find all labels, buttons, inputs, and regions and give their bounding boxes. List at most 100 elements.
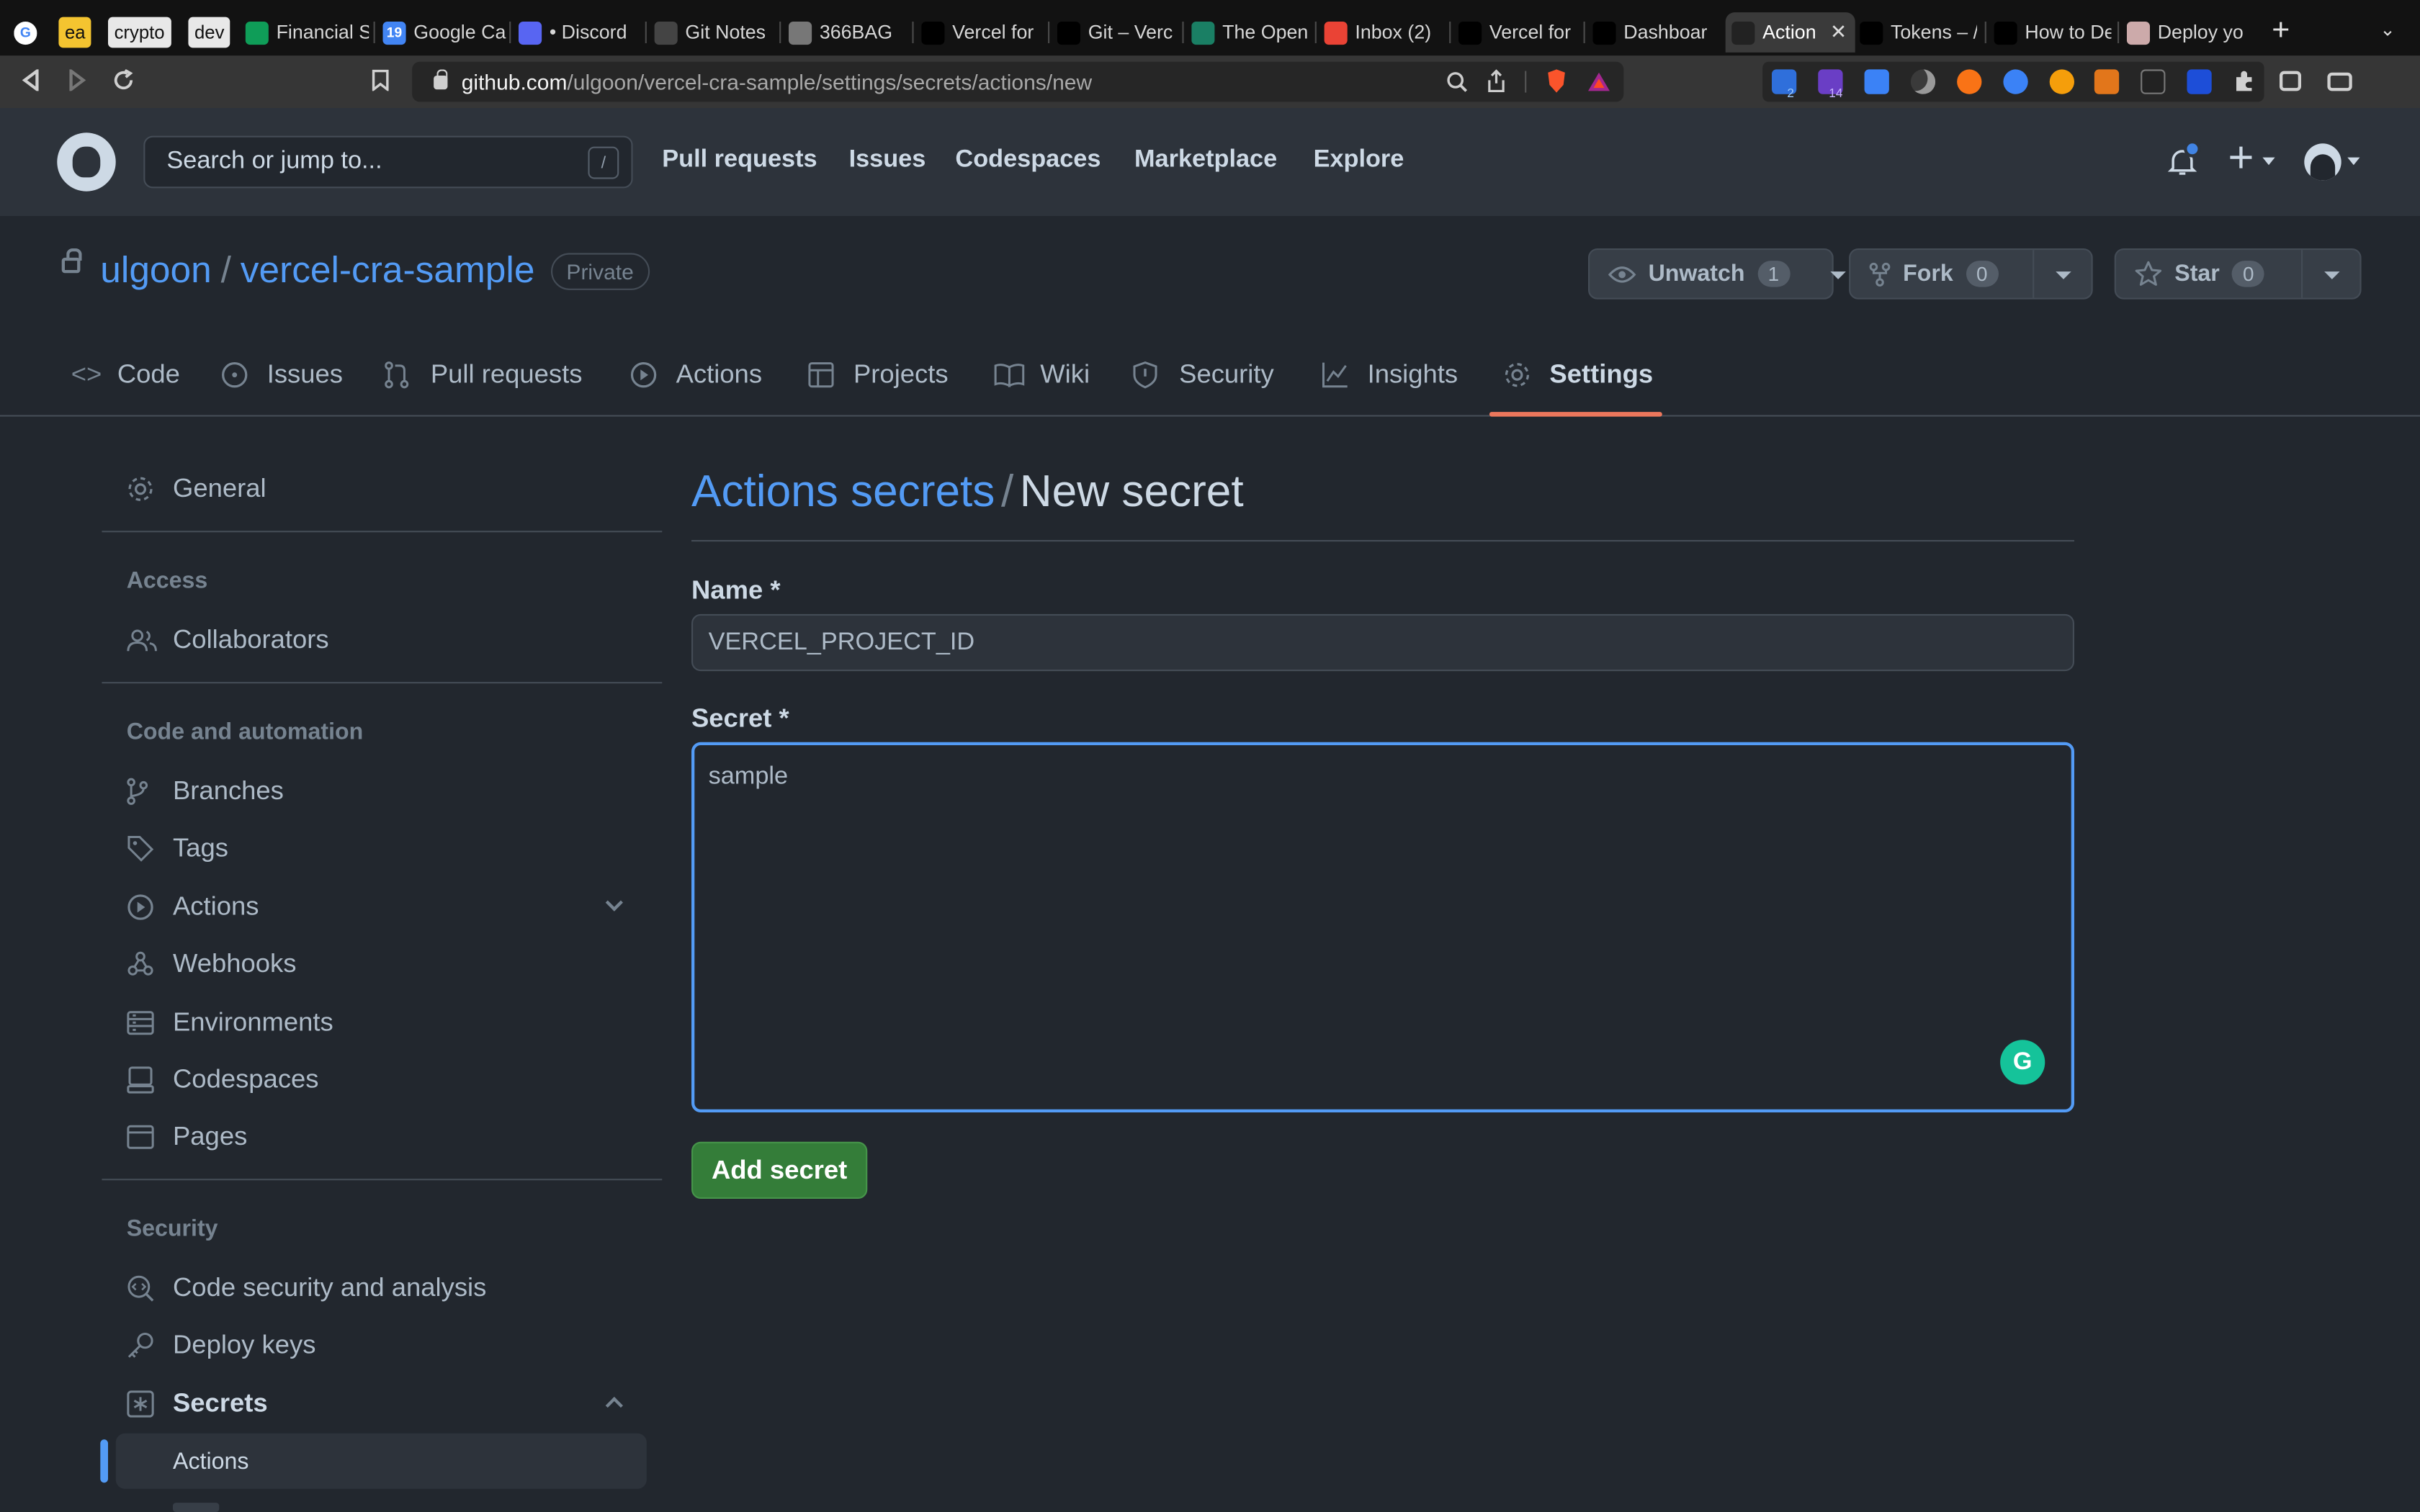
browser-tab[interactable]: Action ✕ xyxy=(1725,12,1855,53)
sidebar-item-general[interactable]: General xyxy=(127,474,266,505)
browser-tab[interactable]: The Open xyxy=(1191,14,1309,50)
create-new-plus-icon[interactable] xyxy=(2227,143,2255,171)
metamask-extension-icon[interactable] xyxy=(2094,69,2120,94)
browser-tab-title: Inbox (2) xyxy=(1355,22,1432,43)
tab-actions[interactable]: Actions xyxy=(629,359,762,390)
google-pinned-tab[interactable]: G xyxy=(14,14,37,50)
add-secret-button[interactable]: Add secret xyxy=(691,1141,868,1199)
tab-pull-requests[interactable]: Pull requests xyxy=(385,359,582,390)
sidebar-item-webhooks[interactable]: Webhooks xyxy=(127,948,297,980)
browser-tab[interactable]: 19 Google Ca xyxy=(382,14,506,50)
wallet-icon[interactable] xyxy=(2327,72,2352,91)
sidebar-item-label: Webhooks xyxy=(173,948,297,978)
fork-button[interactable]: Fork 0 xyxy=(1850,250,2033,297)
lighthouse-extension-icon[interactable] xyxy=(2141,69,2166,94)
browser-tab[interactable]: Dashboar xyxy=(1592,14,1710,50)
extension-coin-icon[interactable] xyxy=(2049,69,2074,94)
browser-tab[interactable]: How to De xyxy=(1994,14,2111,50)
sidebar-item-secrets[interactable]: Secrets xyxy=(127,1389,268,1420)
tab-settings[interactable]: Settings xyxy=(1503,359,1653,390)
sidebar-item-branches[interactable]: Branches xyxy=(127,776,284,807)
tab-insights[interactable]: Insights xyxy=(1321,359,1458,390)
gmail-icon xyxy=(1324,20,1348,45)
zoom-icon[interactable] xyxy=(1446,71,1468,92)
star-button[interactable]: Star 0 xyxy=(2116,250,2302,297)
new-tab-button[interactable]: + xyxy=(2272,14,2290,49)
sidebar-item-environments[interactable]: Environments xyxy=(127,1007,333,1038)
grammarly-icon[interactable]: G xyxy=(2000,1040,2045,1085)
tab-separator xyxy=(509,22,511,43)
nav-issues[interactable]: Issues xyxy=(849,147,926,175)
browser-tab[interactable]: Git Notes xyxy=(654,14,778,50)
back-button[interactable] xyxy=(15,65,46,96)
sidebar-item-pages[interactable]: Pages xyxy=(127,1122,247,1153)
sidebar-subitem-label: Actions xyxy=(173,1449,249,1475)
tab-code[interactable]: <> Code xyxy=(71,359,180,390)
bookmark-dev[interactable]: dev xyxy=(188,17,231,48)
fork-button-group: Fork 0 xyxy=(1849,248,2093,300)
browser-tab[interactable]: Vercel for xyxy=(1458,14,1576,50)
github-logo-icon[interactable] xyxy=(57,132,116,192)
nav-marketplace[interactable]: Marketplace xyxy=(1134,147,1277,175)
sidebar-item-label: Actions xyxy=(173,891,259,922)
tab-search-chevron-icon[interactable]: ⌄ xyxy=(2380,19,2396,40)
extension-orange-icon[interactable] xyxy=(1957,69,1982,94)
user-menu-caret-icon[interactable] xyxy=(2347,157,2360,166)
secret-value-textarea[interactable]: sample xyxy=(691,742,2074,1112)
sidebar-item-code-security[interactable]: Code security and analysis xyxy=(127,1273,486,1304)
secret-name-input[interactable] xyxy=(691,613,2074,672)
brave-rewards-icon[interactable] xyxy=(1587,71,1611,92)
extension-blue-icon[interactable] xyxy=(1864,69,1889,94)
browser-tab[interactable]: Vercel for xyxy=(921,14,1039,50)
bookmark-ea[interactable]: ea xyxy=(58,17,92,48)
nav-explore[interactable]: Explore xyxy=(1314,147,1404,175)
dark-mode-extension-icon[interactable] xyxy=(1910,69,1936,94)
tab-issues[interactable]: Issues xyxy=(220,359,343,390)
extensions-puzzle-icon[interactable] xyxy=(2232,69,2257,94)
unwatch-button[interactable]: Unwatch 1 xyxy=(1590,250,1809,297)
browser-tab[interactable]: Inbox (2) xyxy=(1324,14,1445,50)
nav-codespaces[interactable]: Codespaces xyxy=(955,147,1101,175)
browser-tab[interactable]: Deploy yo xyxy=(2126,14,2244,50)
nav-pull-requests[interactable]: Pull requests xyxy=(662,147,817,175)
book-icon xyxy=(994,363,1025,387)
repo-owner-link[interactable]: ulgoon xyxy=(100,250,211,292)
brave-shields-icon[interactable] xyxy=(1545,68,1568,94)
browser-tab[interactable]: Git – Verc xyxy=(1057,14,1175,50)
bookmark-crypto[interactable]: crypto xyxy=(108,17,171,48)
close-tab-icon[interactable]: ✕ xyxy=(1830,20,1847,45)
create-new-caret-icon[interactable] xyxy=(2262,157,2275,166)
share-icon[interactable] xyxy=(1487,69,1507,93)
browser-tab[interactable]: • Discord xyxy=(519,14,636,50)
extension-compass-icon[interactable] xyxy=(2003,69,2028,94)
tab-wiki[interactable]: Wiki xyxy=(994,359,1090,390)
chevron-up-icon[interactable] xyxy=(605,1397,623,1415)
browser-tab[interactable]: Financial S xyxy=(245,14,369,50)
browser-tab-title: 366BAG xyxy=(819,22,893,43)
sidebar-item-actions[interactable]: Actions xyxy=(127,892,259,923)
chevron-down-icon[interactable] xyxy=(605,894,623,912)
star-list-dropdown-caret-icon[interactable] xyxy=(2301,250,2360,298)
active-item-indicator xyxy=(100,1439,108,1483)
sidebar-item-deploy-keys[interactable]: Deploy keys xyxy=(127,1330,316,1361)
bookmark-button[interactable] xyxy=(364,65,395,96)
sidebar-item-collaborators[interactable]: Collaborators xyxy=(127,625,329,656)
tab-projects[interactable]: Projects xyxy=(807,359,949,390)
tab-security[interactable]: Security xyxy=(1133,359,1274,390)
sidebar-item-tags[interactable]: Tags xyxy=(127,833,228,864)
sidebar-toggle-icon[interactable] xyxy=(2280,71,2301,91)
sidebar-item-codespaces[interactable]: Codespaces xyxy=(127,1065,319,1096)
watch-dropdown-caret-icon[interactable] xyxy=(1809,250,1847,297)
extension-grid-icon[interactable] xyxy=(2187,69,2212,94)
browser-tab[interactable]: Tokens – / xyxy=(1860,14,1977,50)
browser-tab[interactable]: 366BAG xyxy=(789,14,903,50)
unwatch-label: Unwatch xyxy=(1648,261,1745,287)
forward-button[interactable] xyxy=(62,65,93,96)
repo-name-link[interactable]: vercel-cra-sample xyxy=(241,250,535,292)
address-bar[interactable]: github.com/ulgoon/vercel-cra-sample/sett… xyxy=(412,61,1624,102)
fork-dropdown-caret-icon[interactable] xyxy=(2033,250,2092,298)
reload-button[interactable] xyxy=(108,65,139,96)
actions-secrets-link[interactable]: Actions secrets xyxy=(691,467,995,517)
global-search-input[interactable]: Search or jump to... / xyxy=(143,135,633,189)
user-avatar[interactable] xyxy=(2304,143,2341,181)
